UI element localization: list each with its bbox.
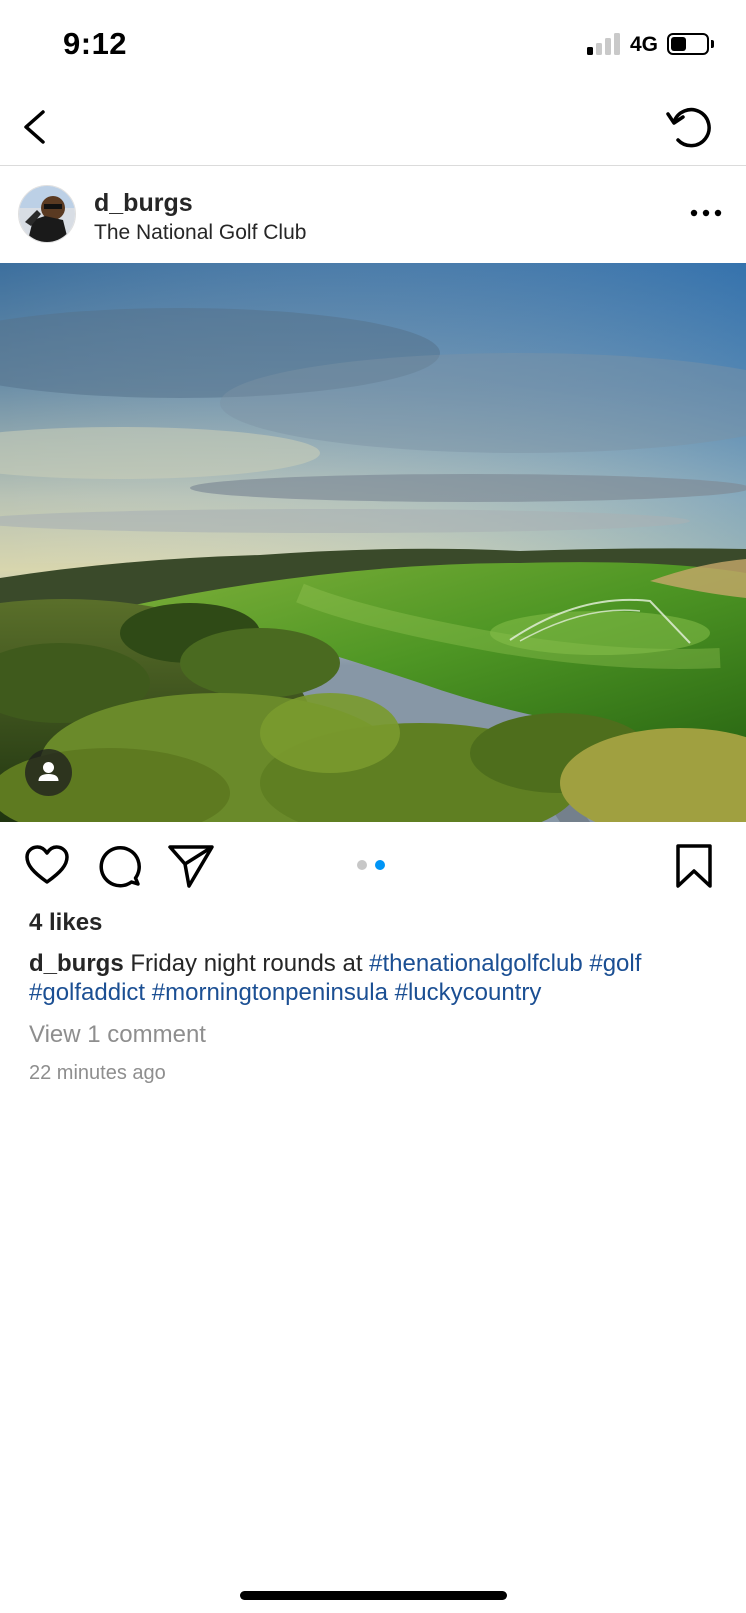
hashtag[interactable]: #luckycountry	[395, 979, 542, 1006]
refresh-button[interactable]	[664, 100, 716, 152]
carousel-dot-2	[375, 860, 385, 870]
send-icon	[168, 845, 214, 888]
caption-username[interactable]: d_burgs	[29, 950, 124, 977]
post-location[interactable]: The National Golf Club	[94, 221, 306, 245]
save-button[interactable]	[670, 842, 718, 890]
refresh-icon	[666, 107, 711, 148]
post-header: d_burgs The National Golf Club	[0, 166, 746, 263]
more-options-button[interactable]	[686, 196, 730, 230]
cellular-signal-icon	[587, 33, 621, 55]
hashtag[interactable]: #thenationalgolfclub	[369, 950, 583, 977]
heart-icon	[25, 845, 69, 884]
post-caption: d_burgs Friday night rounds at #thenatio…	[29, 949, 729, 1007]
post-image[interactable]	[0, 263, 746, 822]
user-tag-icon	[38, 762, 59, 781]
back-button[interactable]	[16, 102, 66, 152]
network-type: 4G	[630, 33, 659, 56]
post-timestamp: 22 minutes ago	[29, 1062, 166, 1084]
status-bar: 9:12 4G	[0, 0, 746, 90]
carousel-indicator	[357, 860, 389, 872]
battery-tip	[711, 40, 714, 48]
battery-icon	[667, 33, 709, 55]
likes-count[interactable]: 4 likes	[29, 909, 102, 937]
bookmark-icon	[676, 844, 712, 888]
hashtag[interactable]: #golf	[589, 950, 641, 977]
like-button[interactable]	[23, 842, 71, 890]
golf-course-photo	[0, 263, 746, 822]
share-button[interactable]	[167, 842, 215, 890]
status-time: 9:12	[63, 26, 128, 61]
hashtag[interactable]: #morningtonpeninsula	[152, 979, 388, 1006]
chevron-left-icon	[24, 110, 45, 144]
avatar[interactable]	[18, 185, 76, 243]
hashtag[interactable]: #golfaddict	[29, 979, 145, 1006]
avatar-image	[19, 186, 75, 242]
comment-icon	[99, 845, 141, 888]
comment-button[interactable]	[95, 842, 143, 890]
post-username[interactable]: d_burgs	[94, 189, 193, 218]
caption-text: Friday night rounds at	[130, 950, 363, 977]
ellipsis-icon	[690, 209, 722, 217]
tagged-users-button[interactable]	[25, 749, 72, 796]
carousel-dot-1	[357, 860, 367, 870]
home-indicator[interactable]	[240, 1591, 507, 1600]
post-actions	[0, 822, 746, 904]
nav-bar	[0, 90, 746, 166]
view-comments-link[interactable]: View 1 comment	[29, 1021, 206, 1049]
